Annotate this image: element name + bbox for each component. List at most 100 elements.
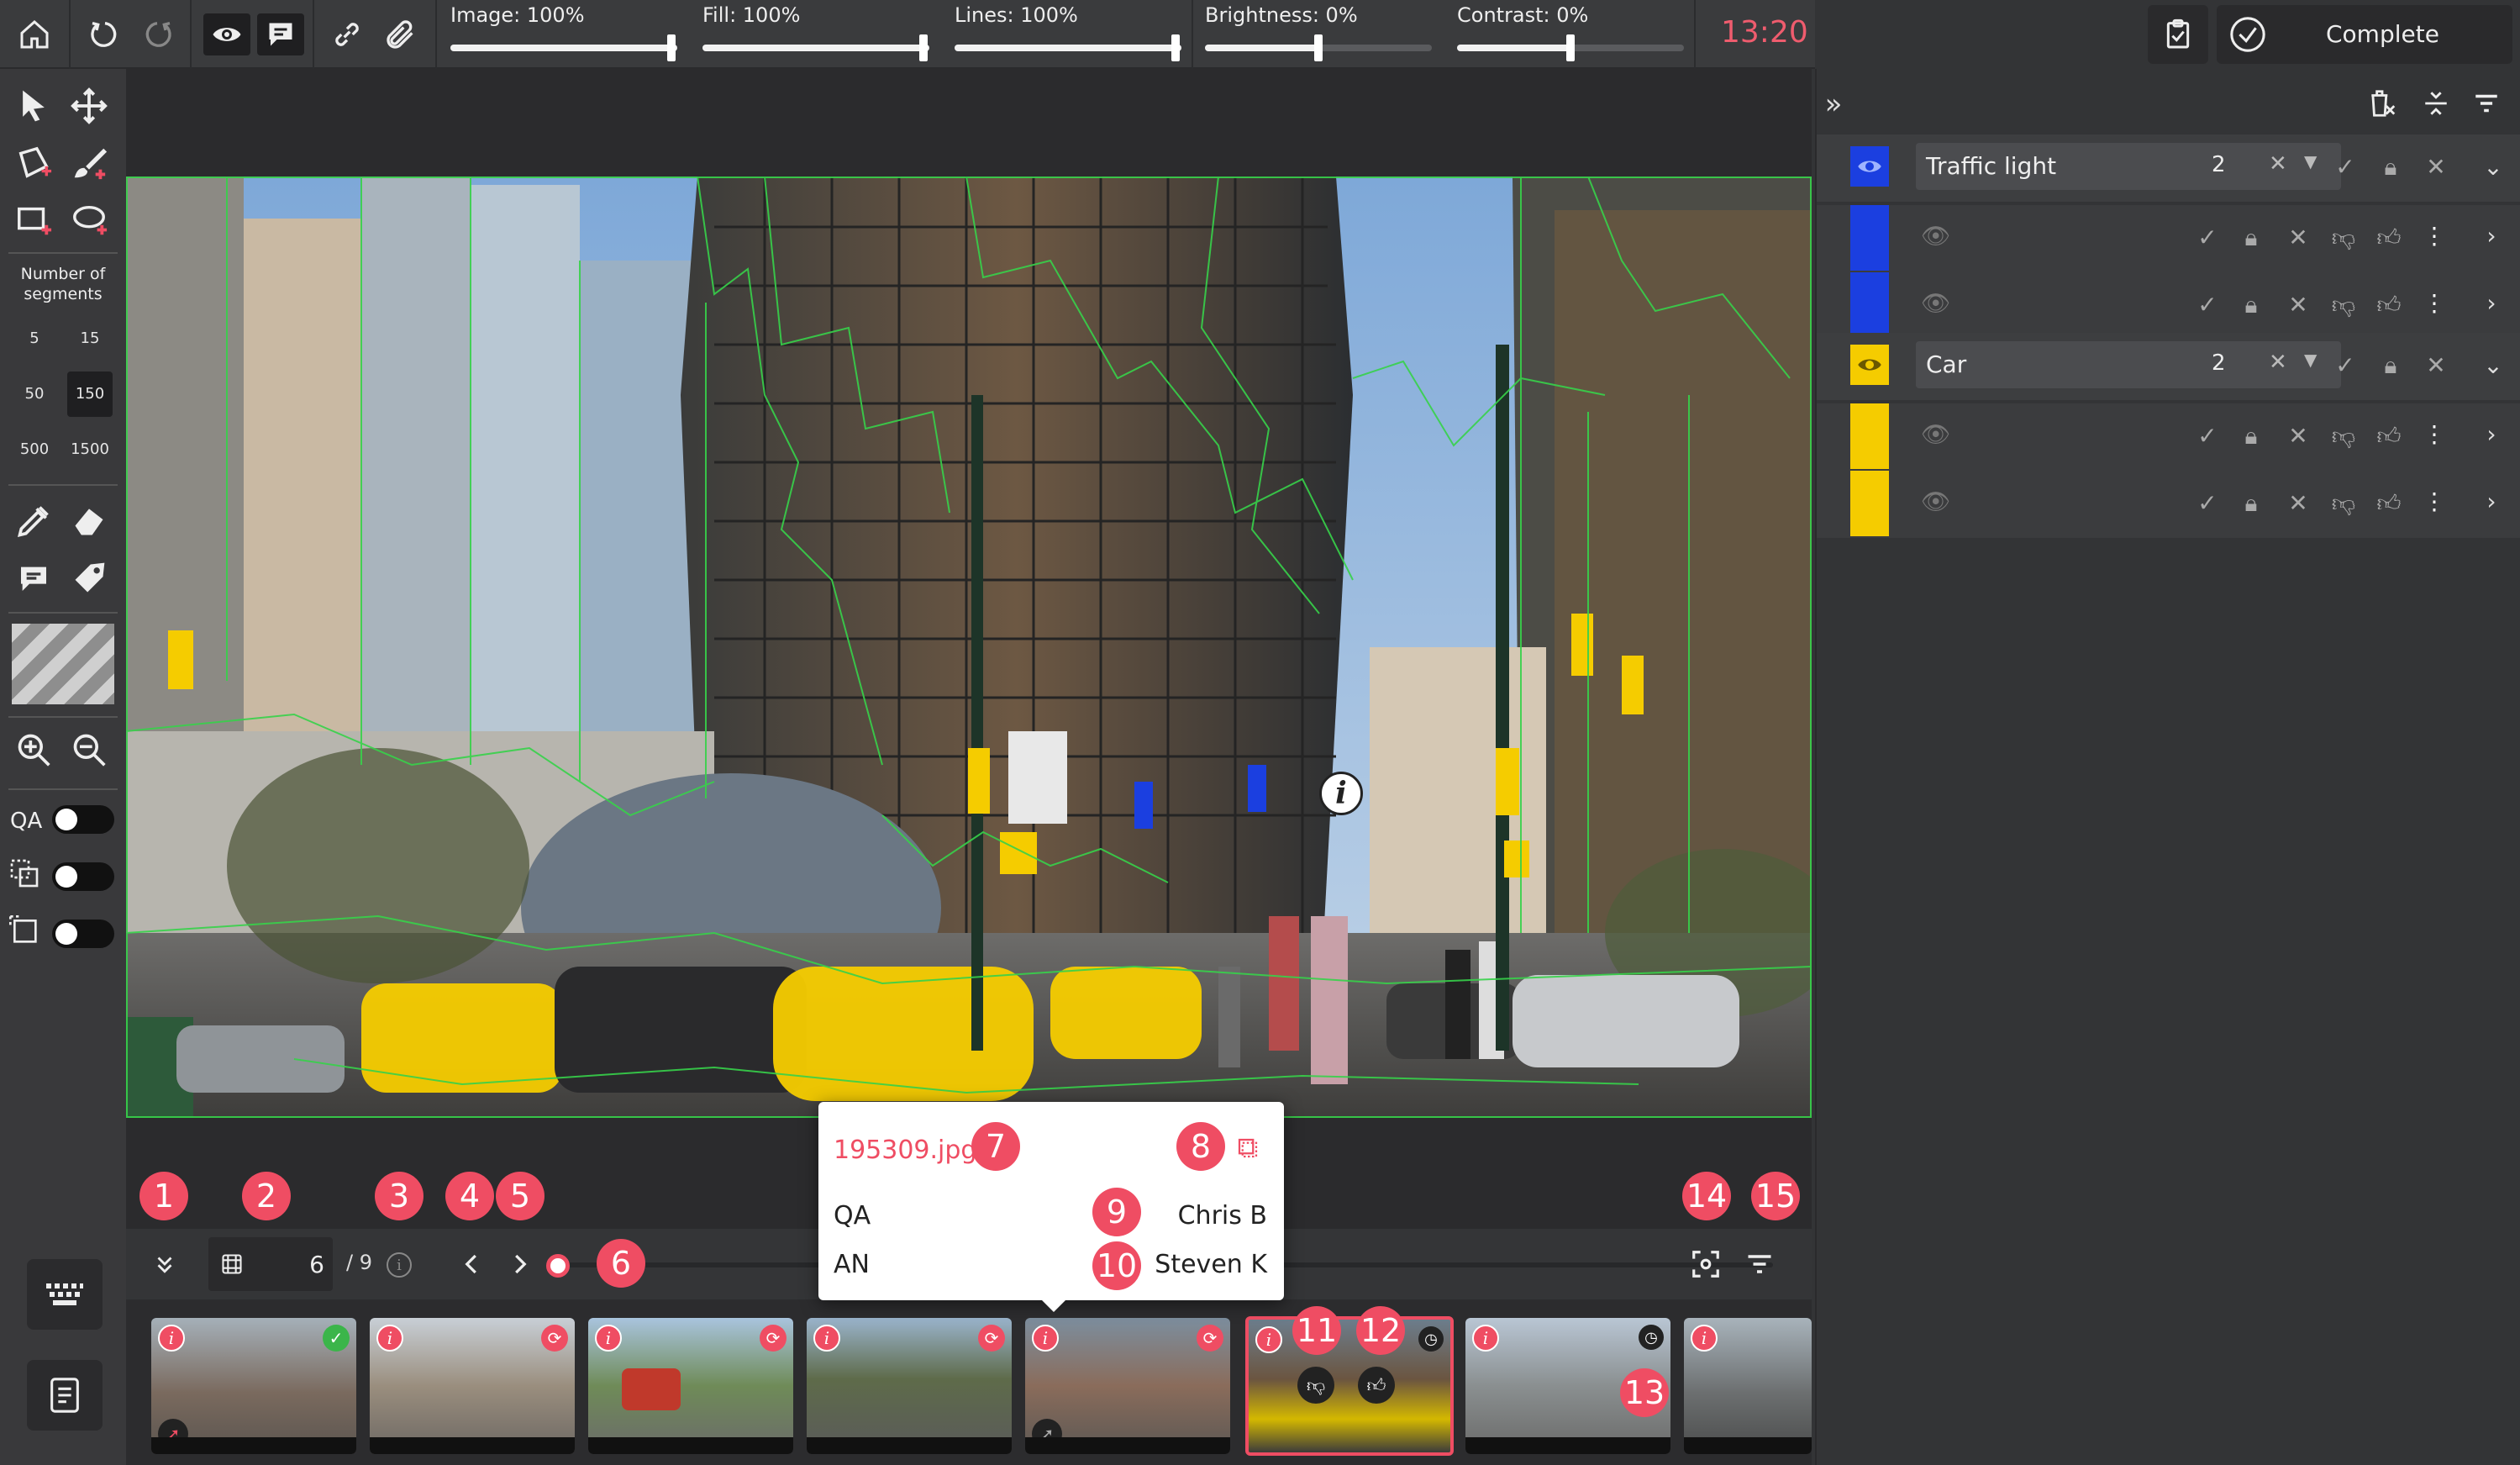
tag-tool-icon[interactable] bbox=[64, 553, 114, 603]
more-options-icon[interactable]: ⋮ bbox=[2420, 487, 2449, 515]
eraser-icon[interactable] bbox=[64, 496, 114, 546]
zoom-out-icon[interactable] bbox=[64, 725, 114, 775]
car-instance-2[interactable]: 👁︎ ✓ 🔒︎ ✕ 👎︎ 👍︎ ⋮ › bbox=[1817, 471, 2520, 538]
eyedropper-icon[interactable] bbox=[8, 496, 59, 546]
segment-option-50[interactable]: 50 bbox=[12, 372, 57, 417]
comments-icon[interactable] bbox=[257, 13, 304, 55]
car-visibility-icon[interactable] bbox=[1850, 345, 1889, 385]
complete-button[interactable]: Complete bbox=[2217, 5, 2512, 64]
copy-icon[interactable] bbox=[1234, 1134, 1262, 1162]
thumbnail-2[interactable]: i ⟳ bbox=[370, 1318, 575, 1454]
chevron-right-icon[interactable]: › bbox=[2477, 420, 2506, 448]
popup-filename[interactable]: 195309.jpg bbox=[834, 1136, 976, 1165]
traffic-light-visibility-icon[interactable] bbox=[1850, 146, 1889, 187]
segment-option-500[interactable]: 500 bbox=[12, 427, 57, 472]
thumbnail-3[interactable]: i ⟳ bbox=[588, 1318, 793, 1454]
thumbnail-6-selected[interactable]: i ◷ 👎︎ 👍︎ bbox=[1245, 1316, 1454, 1456]
approve-icon[interactable]: ✓ bbox=[2331, 351, 2360, 379]
dropdown-arrow-icon[interactable]: ▼ bbox=[2304, 350, 2317, 370]
thumbnail-1[interactable]: i ✓ ➚ bbox=[151, 1318, 356, 1454]
class-row-traffic-light[interactable]: Traffic light 2 ✕ ▼ ✓ 🔒︎ ✕ ⌄ bbox=[1817, 134, 2520, 202]
clear-icon[interactable]: ✕ bbox=[2269, 350, 2287, 375]
zoom-in-icon[interactable] bbox=[8, 725, 59, 775]
thumb-info-icon[interactable]: i bbox=[813, 1325, 840, 1352]
lasso-tool-icon[interactable] bbox=[64, 195, 114, 245]
timeline-playhead[interactable] bbox=[546, 1254, 570, 1278]
lock-icon[interactable]: 🔒︎ bbox=[2376, 153, 2405, 182]
thumbs-down-icon[interactable]: 👎︎ bbox=[2329, 291, 2358, 319]
collapse-all-icon[interactable] bbox=[2413, 81, 2459, 126]
thumbs-up-icon[interactable]: 👍︎ bbox=[2375, 422, 2403, 451]
chevron-right-icon[interactable]: › bbox=[2477, 222, 2506, 250]
segment-option-150[interactable]: 150 bbox=[67, 372, 113, 417]
thumb-info-icon[interactable]: i bbox=[1472, 1325, 1499, 1352]
thumbnail-8[interactable]: i bbox=[1684, 1318, 1812, 1454]
thumbs-up-icon[interactable]: 👍︎ bbox=[2375, 489, 2403, 518]
segment-option-5[interactable]: 5 bbox=[12, 316, 57, 361]
approve-icon[interactable]: ✓ bbox=[2193, 422, 2222, 450]
overlap-toggle[interactable] bbox=[52, 862, 114, 891]
more-options-icon[interactable]: ⋮ bbox=[2420, 222, 2449, 250]
thumb-info-icon[interactable]: i bbox=[1255, 1326, 1282, 1353]
focus-frame-icon[interactable] bbox=[1686, 1244, 1726, 1284]
next-frame-icon[interactable] bbox=[501, 1246, 538, 1283]
expand-chevron-icon[interactable]: ⌄ bbox=[2479, 351, 2507, 379]
remove-icon[interactable]: ✕ bbox=[2422, 351, 2450, 379]
dropdown-arrow-icon[interactable]: ▼ bbox=[2304, 151, 2317, 171]
brush-tool-icon[interactable] bbox=[64, 138, 114, 188]
thumbs-down-icon[interactable]: 👎︎ bbox=[1297, 1367, 1334, 1404]
delete-all-icon[interactable] bbox=[2360, 81, 2405, 126]
thumb-info-icon[interactable]: i bbox=[376, 1325, 403, 1352]
approve-icon[interactable]: ✓ bbox=[2193, 224, 2222, 251]
thumbs-down-icon[interactable]: 👎︎ bbox=[2329, 489, 2358, 518]
remove-icon[interactable]: ✕ bbox=[2284, 291, 2312, 319]
polygon-tool-icon[interactable] bbox=[8, 138, 59, 188]
remove-icon[interactable]: ✕ bbox=[2284, 422, 2312, 450]
remove-icon[interactable]: ✕ bbox=[2422, 153, 2450, 181]
approve-icon[interactable]: ✓ bbox=[2193, 291, 2222, 319]
traffic-light-instance-2[interactable]: 👁︎ ✓ 🔒︎ ✕ 👎︎ 👍︎ ⋮ › bbox=[1817, 272, 2520, 340]
collapse-panel-icon[interactable]: » bbox=[1817, 86, 1850, 123]
lock-icon[interactable]: 🔒︎ bbox=[2237, 224, 2265, 252]
redo-icon[interactable] bbox=[134, 12, 180, 57]
traffic-light-instance-1[interactable]: 👁︎ ✓ 🔒︎ ✕ 👎︎ 👍︎ ⋮ › bbox=[1817, 205, 2520, 272]
previous-frame-icon[interactable] bbox=[454, 1246, 491, 1283]
lock-icon[interactable]: 🔒︎ bbox=[2376, 351, 2405, 380]
frame-info-icon[interactable]: i bbox=[387, 1252, 412, 1278]
approve-icon[interactable]: ✓ bbox=[2193, 489, 2222, 517]
thumb-info-icon[interactable]: i bbox=[595, 1325, 622, 1352]
info-annotation-icon[interactable]: i bbox=[1319, 772, 1363, 815]
segment-option-1500[interactable]: 1500 bbox=[67, 427, 113, 472]
task-list-button[interactable] bbox=[27, 1360, 103, 1431]
collapse-chevrons-icon[interactable] bbox=[143, 1242, 187, 1286]
visibility-toggle-icon[interactable] bbox=[203, 13, 250, 55]
thumbnail-5[interactable]: i ⟳ ➚ bbox=[1025, 1318, 1230, 1454]
more-options-icon[interactable]: ⋮ bbox=[2420, 420, 2449, 448]
class-row-car[interactable]: Car 2 ✕ ▼ ✓ 🔒︎ ✕ ⌄ bbox=[1817, 333, 2520, 400]
lock-icon[interactable]: 🔒︎ bbox=[2237, 291, 2265, 319]
lock-icon[interactable]: 🔒︎ bbox=[2237, 489, 2265, 518]
segment-option-15[interactable]: 15 bbox=[67, 316, 113, 361]
keyboard-shortcuts-button[interactable] bbox=[27, 1259, 103, 1330]
more-options-icon[interactable]: ⋮ bbox=[2420, 289, 2449, 317]
thumbs-up-icon[interactable]: 👍︎ bbox=[1358, 1367, 1395, 1404]
mask-pattern-swatch[interactable] bbox=[12, 624, 114, 704]
annotated-street-image[interactable]: i bbox=[125, 176, 1840, 1118]
approve-icon[interactable]: ✓ bbox=[2331, 153, 2360, 181]
lock-icon[interactable]: 🔒︎ bbox=[2237, 422, 2265, 451]
thumb-info-icon[interactable]: i bbox=[158, 1325, 185, 1352]
remove-icon[interactable]: ✕ bbox=[2284, 489, 2312, 517]
move-icon[interactable] bbox=[64, 81, 114, 131]
eye-icon[interactable]: 👁︎ bbox=[1921, 487, 1951, 515]
thumbs-down-icon[interactable]: 👎︎ bbox=[2329, 422, 2358, 451]
attachment-icon[interactable] bbox=[378, 12, 424, 57]
comment-tool-icon[interactable] bbox=[8, 553, 59, 603]
eye-icon[interactable]: 👁︎ bbox=[1921, 420, 1951, 448]
eye-icon[interactable]: 👁︎ bbox=[1921, 222, 1951, 250]
link-icon[interactable] bbox=[324, 12, 370, 57]
thumbs-up-icon[interactable]: 👍︎ bbox=[2375, 224, 2403, 252]
rectangle-tool-icon[interactable] bbox=[8, 195, 59, 245]
select-arrow-icon[interactable] bbox=[8, 81, 59, 131]
clear-icon[interactable]: ✕ bbox=[2269, 151, 2287, 177]
sort-filter-icon[interactable] bbox=[2464, 81, 2509, 126]
